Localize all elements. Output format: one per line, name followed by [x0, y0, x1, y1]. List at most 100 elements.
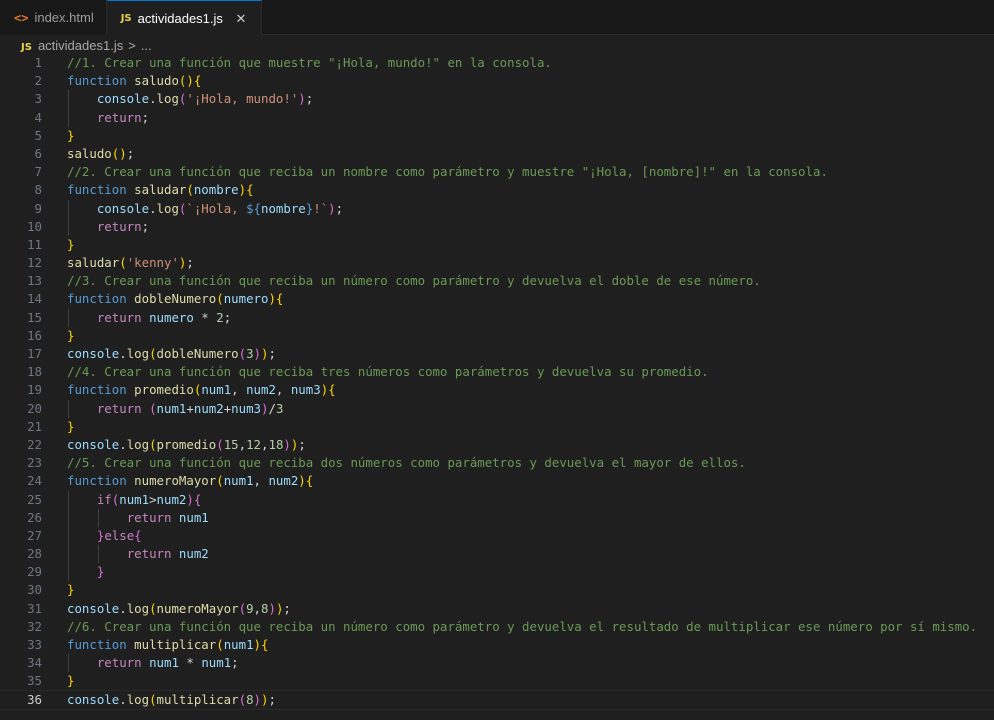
line-number: 35 [27, 673, 42, 689]
code-token: ; [126, 145, 135, 161]
code-token: ( [216, 473, 224, 489]
code-line[interactable]: 26 return num1 [0, 508, 994, 527]
code-line[interactable]: 32 //6. Crear una función que reciba un n… [0, 618, 994, 636]
code-token: function [67, 637, 127, 652]
code-line[interactable]: 19 function promedio(num1, num2, num3){ [0, 381, 994, 399]
code-line[interactable]: 36 console.log(multiplicar(8)); [0, 689, 994, 710]
code-line[interactable]: 25 if(num1>num2){ [0, 490, 994, 509]
code-line[interactable]: 20 return (num1+num2+num3)/3 [0, 399, 994, 418]
line-number: 19 [27, 382, 42, 398]
code-token: !` [313, 200, 329, 216]
code-line[interactable]: 9 console.log(`¡Hola, ${nombre}!`); [0, 199, 994, 218]
code-token: console [67, 600, 120, 616]
code-line[interactable]: 17 console.log(dobleNumero(3)); [0, 345, 994, 363]
code-line[interactable]: 2 function saludo(){ [0, 72, 994, 90]
code-token: ) [268, 291, 276, 307]
code-token: nombre [193, 182, 239, 198]
code-text: } [67, 236, 74, 254]
code-token: ; [298, 436, 306, 452]
code-token: ) [268, 600, 276, 616]
code-editor[interactable]: 1 //1. Crear una función que muestre "¡Ho… [0, 54, 994, 720]
line-number: 18 [27, 364, 42, 380]
line-number: 3 [34, 91, 42, 107]
code-text: saludar('kenny'); [67, 254, 194, 272]
code-line[interactable]: 13 //3. Crear una función que reciba un n… [0, 272, 994, 290]
code-line[interactable]: 10 return; [0, 217, 994, 236]
code-line[interactable]: 16} [0, 327, 994, 345]
code-line[interactable]: 15 return numero * 2; [0, 308, 994, 327]
code-line[interactable]: 4 return; [0, 108, 994, 127]
code-token: nombre [261, 200, 306, 216]
code-line[interactable]: 34 return num1 * num1; [0, 654, 994, 673]
code-token: ; [141, 218, 150, 234]
code-line[interactable]: 6 saludo(); [0, 145, 994, 163]
code-line[interactable]: 29 } [0, 563, 994, 582]
code-text: } [67, 672, 74, 690]
code-token: multiplicar [134, 637, 217, 652]
code-token: console [67, 346, 120, 361]
code-line[interactable]: 30} [0, 581, 994, 599]
code-token: else [104, 527, 135, 543]
code-line[interactable]: 31 console.log(numeroMayor(9,8)); [0, 600, 994, 618]
code-line[interactable]: 33 function multiplicar(num1){ [0, 636, 994, 654]
code-token: //2. Crear una función que reciba un nom… [67, 164, 828, 180]
code-line[interactable]: 5} [0, 127, 994, 145]
code-token: ) [253, 346, 262, 361]
tab-actividades1-js[interactable]: JS actividades1.js ✕ [106, 0, 262, 36]
code-token: } [67, 236, 75, 252]
code-text: console.log(dobleNumero(3)); [67, 345, 276, 363]
line-number: 13 [27, 273, 42, 289]
code-text: } [67, 418, 74, 436]
code-token: return [96, 655, 142, 671]
line-number: 22 [27, 436, 42, 452]
code-token: { [246, 182, 254, 198]
code-line[interactable]: 18 //4. Crear una función que reciba tres… [0, 363, 994, 381]
code-token: ; [335, 200, 344, 216]
line-number: 33 [27, 637, 42, 652]
tab-index-html[interactable]: <> index.html [0, 0, 107, 35]
code-line[interactable]: 3 console.log('¡Hola, mundo!'); [0, 90, 994, 109]
code-text: } [67, 327, 74, 345]
code-token: num1 [223, 473, 254, 489]
code-token: ) [186, 491, 194, 507]
code-line[interactable]: 8 function saludar(nombre){ [0, 181, 994, 199]
code-token: } [67, 582, 75, 598]
js-file-icon: JS [21, 41, 32, 53]
code-token: ( [149, 600, 157, 616]
code-line[interactable]: 24 function numeroMayor(num1, num2){ [0, 472, 994, 490]
code-token: , [253, 600, 262, 616]
line-number: 16 [27, 327, 42, 343]
code-token: //5. Crear una función que reciba dos nú… [67, 455, 746, 471]
code-line[interactable]: 35} [0, 672, 994, 690]
code-token: ; [283, 600, 291, 616]
code-line[interactable]: 21} [0, 418, 994, 436]
code-line[interactable]: 22 console.log(promedio(15,12,18)); [0, 436, 994, 454]
code-line[interactable]: 1 //1. Crear una función que muestre "¡Ho… [0, 54, 994, 72]
code-line[interactable]: 27 }else{ [0, 526, 994, 546]
code-token: . [119, 600, 127, 616]
breadcrumb-symbol[interactable]: ... [141, 38, 152, 53]
code-line[interactable]: 7 //2. Crear una función que reciba un no… [0, 163, 994, 181]
code-text: return; [67, 218, 149, 236]
code-line[interactable]: 11} [0, 236, 994, 254]
html-file-icon: <> [14, 10, 29, 25]
code-line[interactable]: 12 saludar('kenny'); [0, 254, 994, 272]
code-token: ( [238, 600, 247, 616]
code-text: //5. Crear una función que reciba dos nú… [67, 454, 746, 472]
close-icon[interactable]: ✕ [233, 11, 249, 27]
code-token: . [119, 691, 127, 707]
code-line[interactable]: 14 function dobleNumero(numero){ [0, 290, 994, 308]
breadcrumb-file[interactable]: JS actividades1.js [21, 38, 123, 53]
code-token: '¡Hola, mundo!' [186, 91, 299, 107]
code-token: numeroMayor [156, 600, 239, 616]
code-line[interactable]: 23 //5. Crear una función que reciba dos … [0, 454, 994, 472]
code-token: num1 [156, 400, 187, 416]
code-line[interactable]: 28 return num2 [0, 545, 994, 564]
code-token: () [111, 145, 127, 161]
tab-label: index.html [34, 10, 94, 25]
line-number: 12 [27, 255, 42, 271]
code-token: num2 [156, 491, 187, 507]
